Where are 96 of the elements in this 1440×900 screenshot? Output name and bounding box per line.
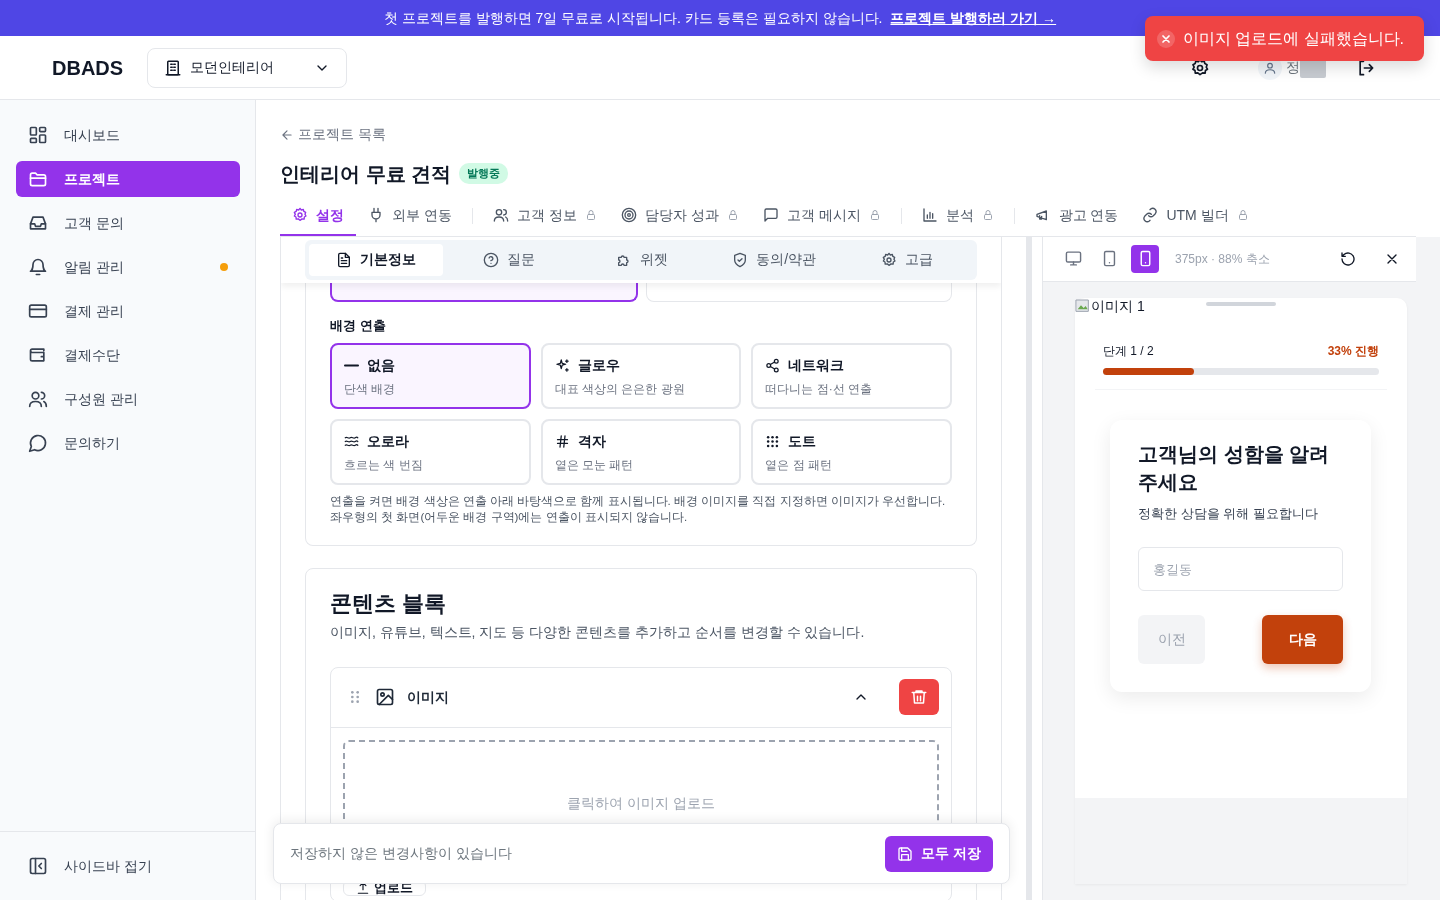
sidebar-item[interactable]: 결제 관리 (16, 293, 240, 329)
folder-icon (28, 169, 48, 189)
banner-link[interactable]: 프로젝트 발행하러 가기 → (890, 7, 1057, 29)
lock-icon (584, 209, 597, 221)
tab[interactable]: 외부 연동 (356, 196, 464, 236)
back-link[interactable]: 프로젝트 목록 (280, 124, 386, 145)
question-hint: 정확한 상담을 위해 필요합니다 (1138, 504, 1319, 523)
link-icon (1142, 207, 1159, 223)
network-icon (765, 358, 781, 373)
field-label: 배경 연출 (330, 316, 387, 335)
save-all-button[interactable]: 모두 저장 (885, 835, 993, 872)
tab[interactable]: UTM 빌더 (1130, 196, 1261, 236)
workspace-select[interactable]: 모던인테리어 (147, 47, 348, 88)
sidebar-item[interactable]: 결제수단 (16, 337, 240, 373)
bell-icon (28, 257, 48, 277)
inbox-icon (28, 213, 48, 233)
block-title: 이미지 (407, 687, 449, 707)
bar-chart-icon (921, 207, 938, 223)
refresh-button[interactable] (1340, 250, 1356, 267)
wallet-icon (28, 345, 48, 365)
sidebar-item[interactable]: 고객 문의 (16, 205, 240, 241)
hash-icon (554, 434, 570, 449)
banner-text: 첫 프로젝트를 발행하면 7일 무료로 시작됩니다. 카드 등록은 필요하지 않습니다. (383, 8, 883, 28)
dots-grid-icon (765, 434, 781, 449)
lock-icon (1236, 209, 1249, 221)
people-icon (492, 207, 509, 223)
message-icon (762, 207, 779, 223)
lock-icon (726, 209, 739, 221)
person-icon (1263, 60, 1277, 75)
toast-message: 이미지 업로드에 실패했습니다. (1182, 28, 1404, 49)
sub-tab[interactable]: 질문 (443, 243, 576, 276)
dashboard-icon (28, 125, 48, 145)
effect-option[interactable]: 격자 옅은 모눈 패턴 (540, 419, 742, 485)
size-label: 375px · 88% 축소 (1175, 250, 1270, 268)
tab[interactable]: 분석 (909, 196, 1006, 236)
sub-tab[interactable]: 위젯 (575, 243, 708, 276)
user-name: 정 (1286, 58, 1300, 77)
tab[interactable]: 고객 정보 (480, 196, 609, 236)
collapse-sidebar-button[interactable]: 사이드바 접기 (16, 848, 239, 884)
tab[interactable]: 고객 메시지 (750, 196, 893, 236)
trash-icon (910, 688, 928, 707)
section-title: 콘텐츠 블록 (330, 591, 448, 618)
minus-icon (344, 364, 359, 367)
help-text: 연출을 켜면 배경 색상은 연출 아래 바탕색으로 함께 표시됩니다. 배경 이미지를 직접 지정하면 이미지가 우선합니다. 좌우형의 첫 화면(어두운 배경 구역)에는 연출이 표시되지 않습니다. (330, 494, 947, 526)
back-arrow-icon (280, 127, 294, 142)
people-icon (28, 389, 48, 409)
settings-icon (292, 207, 308, 223)
plug-icon (368, 207, 384, 223)
effect-option[interactable]: 오로라 흐르는 색 번짐 (330, 419, 531, 485)
sub-tab[interactable]: 기본정보 (309, 243, 443, 276)
option-card[interactable] (330, 281, 638, 302)
sub-tab[interactable]: 동의/약관 (708, 243, 841, 276)
shield-icon (732, 251, 749, 268)
target-icon (620, 207, 637, 223)
image-icon (375, 687, 395, 708)
effect-option[interactable]: 없음 단색 배경 (330, 343, 531, 409)
monitor-icon (1064, 250, 1082, 267)
delete-button[interactable] (899, 679, 939, 716)
effect-option[interactable]: 네트워크 떠다니는 점·선 연출 (751, 343, 952, 409)
tab[interactable]: 담당자 성과 (608, 196, 751, 236)
sidebar-item[interactable]: 대시보드 (16, 117, 240, 153)
refresh-icon (1340, 250, 1356, 267)
page-title: 인테리어 무료 견적 (280, 161, 452, 186)
sidebar-item[interactable]: 문의하기 (16, 425, 240, 461)
sub-tab[interactable]: 고급 (840, 243, 973, 276)
chat-bubble-icon (28, 433, 48, 453)
name-input[interactable]: 홍길동 (1138, 547, 1343, 591)
sidebar-collapse-icon (28, 856, 48, 876)
question-icon (483, 251, 500, 268)
tab[interactable]: 광고 연동 (1022, 196, 1131, 236)
sidebar-item[interactable]: 알림 관리 (16, 249, 240, 285)
lock-icon (868, 209, 881, 221)
status-badge: 발행중 (459, 163, 509, 184)
lock-icon (981, 209, 994, 221)
sidebar-item[interactable]: 프로젝트 (16, 161, 240, 197)
effect-option[interactable]: 글로우 대표 색상의 은은한 광원 (540, 343, 742, 409)
drag-handle (1206, 301, 1276, 306)
device-button[interactable] (1131, 244, 1159, 273)
save-icon (897, 845, 914, 862)
sparkle-icon (554, 358, 570, 373)
image-alt-text: 이미지 1 (1091, 298, 1145, 313)
progress-text: 33% 진행 (1327, 342, 1379, 360)
building-icon (164, 58, 183, 77)
error-icon (1156, 29, 1175, 48)
credit-card-icon (28, 301, 48, 321)
logo: DBADS (52, 55, 124, 81)
section-description: 이미지, 유튜브, 텍스트, 지도 등 다양한 콘텐츠를 추가하고 순서를 변경할 수 있습니다. (330, 622, 866, 642)
broken-image-icon (1075, 297, 1091, 314)
sidebar-item[interactable]: 구성원 관리 (16, 381, 240, 417)
document-icon (336, 251, 352, 268)
question-title: 고객님의 성함을 알려주세요 (1138, 441, 1331, 495)
settings-icon (880, 251, 897, 268)
next-button[interactable]: 다음 (1262, 615, 1343, 664)
step-label: 단계 1 / 2 (1103, 342, 1154, 360)
waves-icon (344, 434, 359, 449)
effect-option[interactable]: 도트 옅은 점 패턴 (751, 419, 952, 485)
